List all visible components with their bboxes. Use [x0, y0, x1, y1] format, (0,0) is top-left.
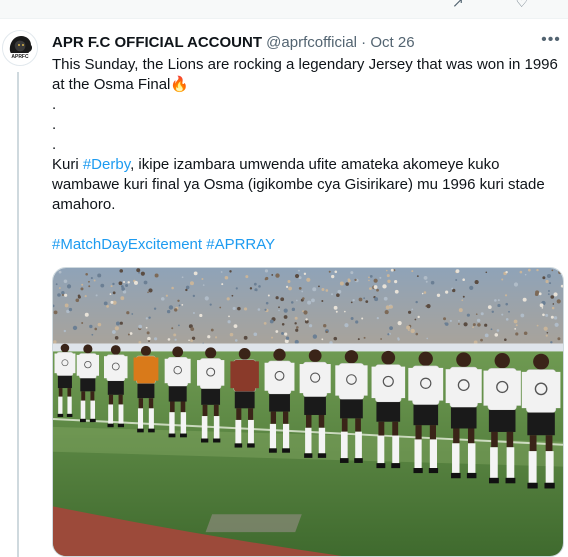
dot-line-3: .: [52, 136, 57, 153]
display-name[interactable]: APR F.C OFFICIAL ACCOUNT: [52, 34, 262, 51]
previous-tweet-actions-strip: ↗ ♡: [0, 0, 568, 19]
previous-tweet-icons: ↗ ♡: [451, 0, 552, 10]
tweet-text: This Sunday, the Lions are rocking a leg…: [52, 55, 562, 255]
hashtag-line: #MatchDayExcitement #APRRAY: [52, 235, 562, 255]
hashtag-derby[interactable]: #Derby: [83, 156, 130, 173]
avatar[interactable]: APRFC: [2, 30, 38, 66]
team-photo-image: [53, 268, 563, 556]
stand-wall: [53, 343, 563, 352]
avatar-logo-text: APRFC: [11, 54, 29, 60]
hashtag-aprray[interactable]: #APRRAY: [206, 236, 275, 253]
tweet-header: APR F.C OFFICIAL ACCOUNT @aprfcofficial …: [52, 33, 556, 53]
dot-line-1: .: [52, 96, 57, 113]
team-photo[interactable]: [52, 267, 564, 557]
fire-emoji-icon: 🔥: [170, 76, 190, 93]
apr-lion-logo-icon: APRFC: [3, 31, 37, 65]
tweet-line-kinyarwanda: Kuri #Derby, ikipe izambara umwenda ufit…: [52, 155, 562, 215]
pitch-marker-board: [205, 514, 302, 533]
english-text: This Sunday, the Lions are rocking a leg…: [52, 56, 558, 93]
user-handle[interactable]: @aprfcofficial: [266, 34, 357, 51]
kuri-prefix: Kuri: [52, 156, 83, 173]
header-separator: ·: [361, 34, 367, 51]
hashtag-matchdayexcitement[interactable]: #MatchDayExcitement: [52, 236, 202, 253]
tweet-date[interactable]: Oct 26: [370, 34, 414, 51]
thread-connector-line: [17, 72, 19, 557]
dot-line-2: .: [52, 116, 57, 133]
tweet-line-english: This Sunday, the Lions are rocking a leg…: [52, 55, 562, 95]
more-options-icon[interactable]: •••: [540, 30, 562, 50]
